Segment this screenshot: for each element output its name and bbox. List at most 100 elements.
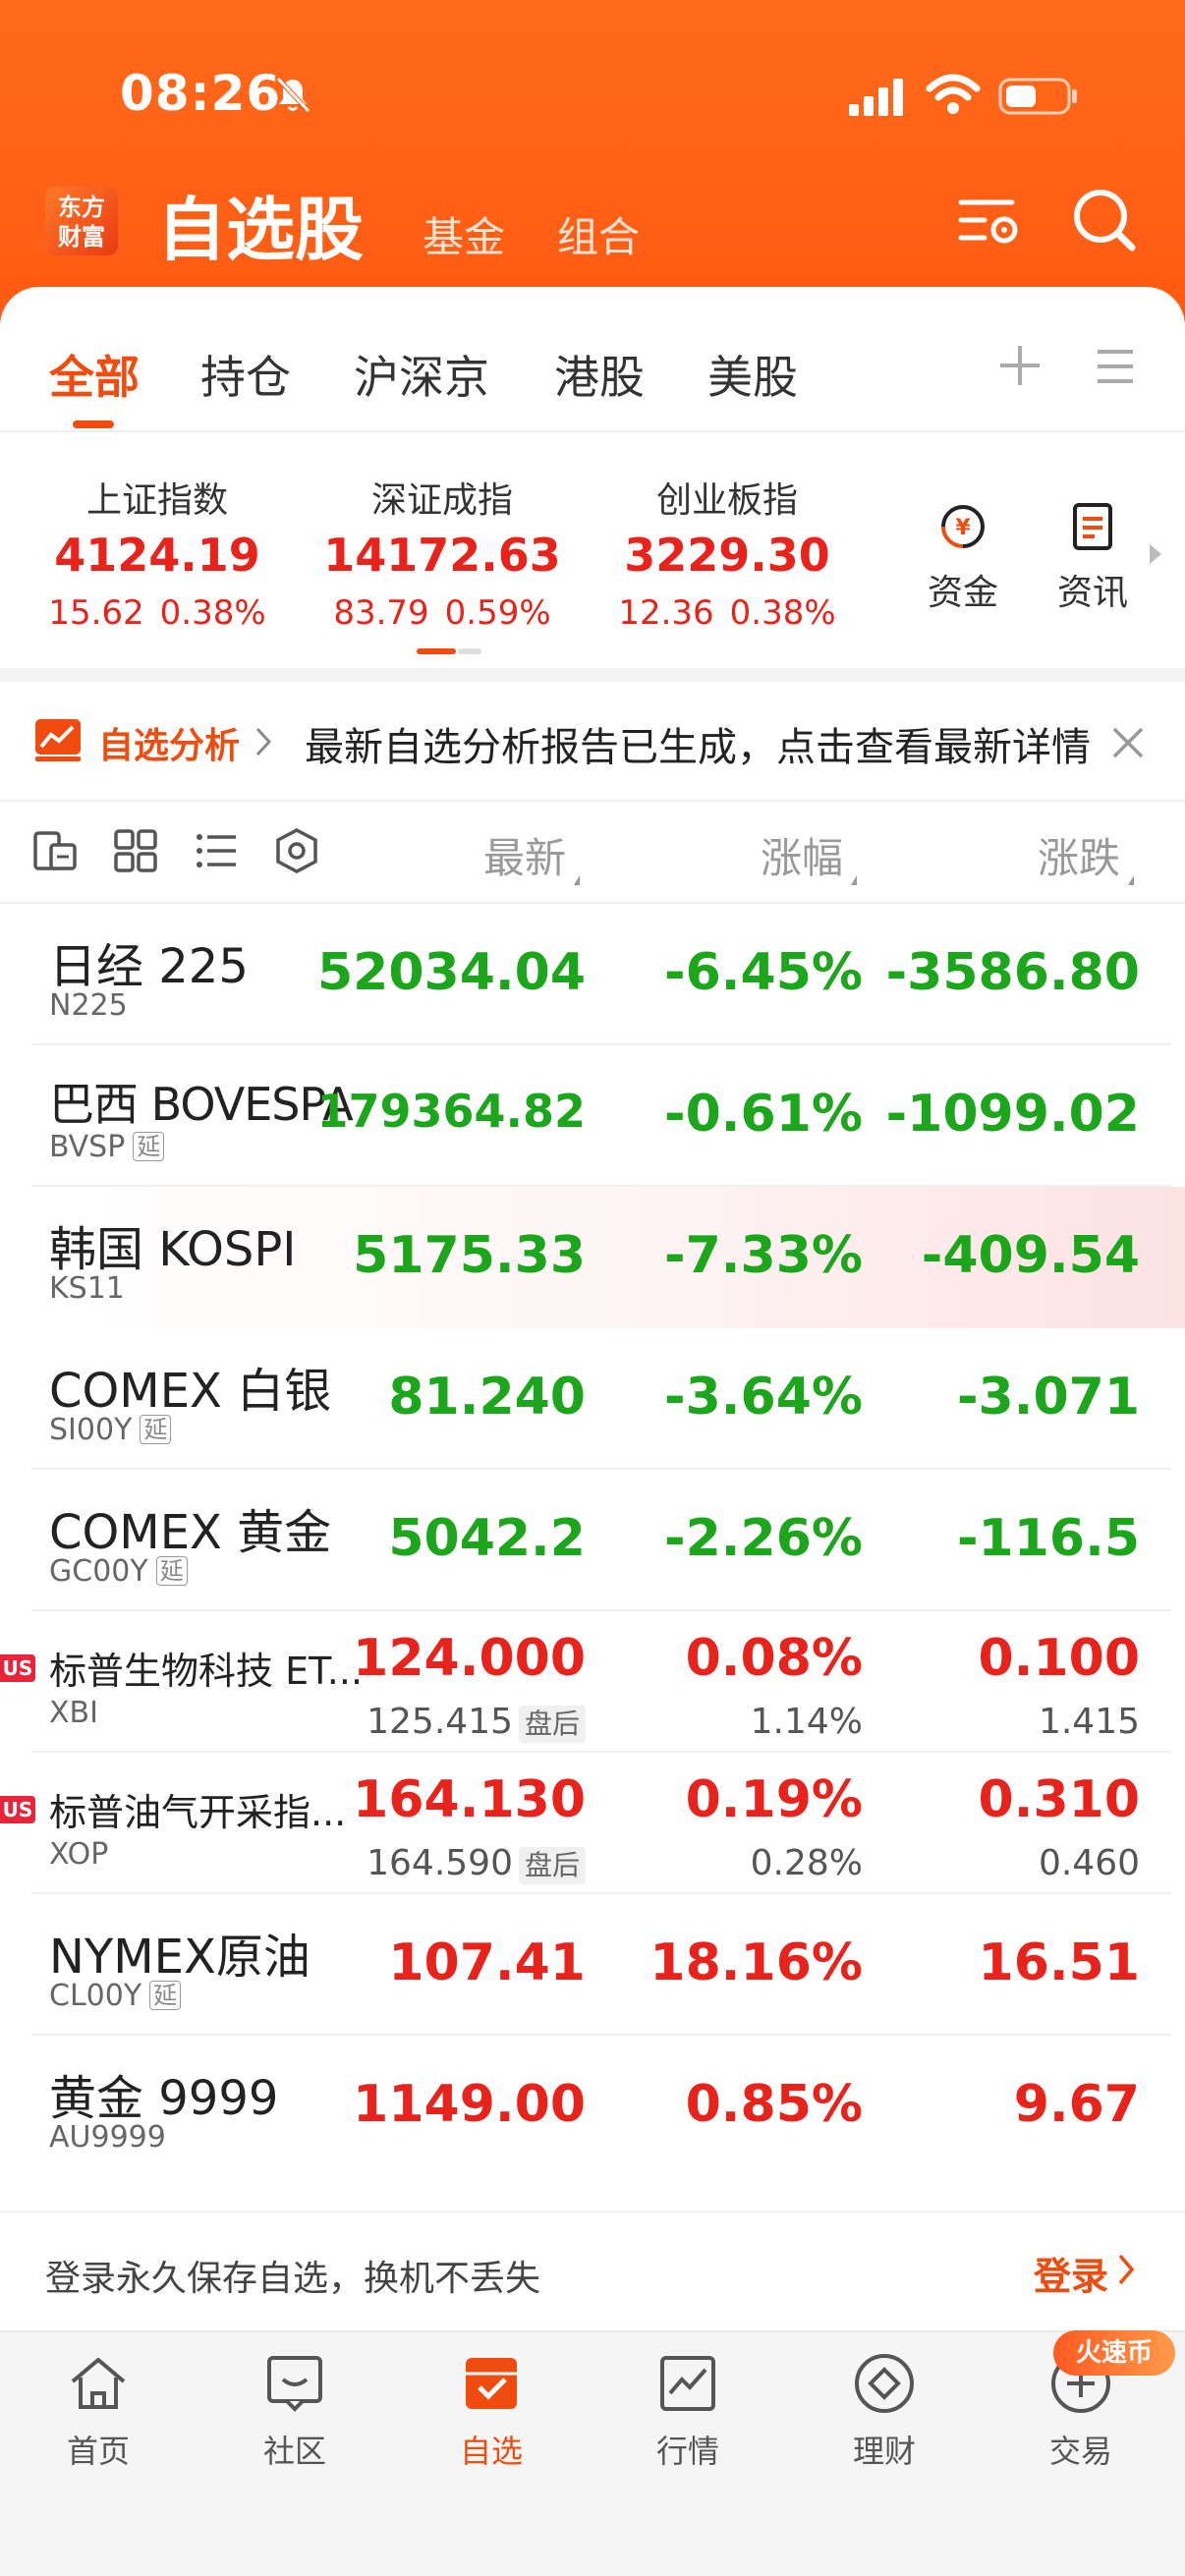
delayed-badge: 延 [155,1556,188,1586]
index-change-pct: 0.38% [729,593,836,633]
security-code: XOP [49,1837,109,1872]
column-label: 涨跌 [1038,834,1121,882]
nav-home[interactable]: 首页 [0,2348,197,2472]
table-row[interactable]: 日经 225 N225 52034.04 -6.45% -3586.80 [0,904,1185,1045]
header-tab-portfolio[interactable]: 组合 [557,204,640,264]
table-row[interactable]: COMEX 白银 SI00Y 延 81.240 -3.64% -3.071 [0,1328,1185,1470]
security-code: CL00Y [49,1979,142,2013]
table-row[interactable]: COMEX 黄金 GC00Y 延 5042.2 -2.26% -116.5 [0,1470,1185,1611]
page-title[interactable]: 自选股 [157,175,364,274]
after-hours-diff: 1.415 [1038,1702,1140,1742]
change-pct: 0.08% [685,1629,863,1688]
nav-community[interactable]: 社区 [197,2348,393,2472]
nav-market[interactable]: 行情 [590,2348,786,2472]
security-name: 巴西 BOVESPA [49,1078,354,1131]
tab-all[interactable]: 全部 [49,342,140,407]
delayed-badge: 延 [133,1132,165,1161]
change-abs: 0.310 [978,1770,1140,1829]
delayed-badge: 延 [140,1415,172,1444]
index-change-pct: 0.59% [444,593,551,633]
latest-price: 81.240 [388,1368,586,1427]
column-header-change-pct[interactable]: 涨幅 [761,825,858,885]
nav-label: 理财 [852,2433,916,2470]
security-code-wrap: BVSP 延 [49,1130,165,1164]
column-header-latest[interactable]: 最新 [483,825,581,885]
nav-label: 交易 [1048,2433,1112,2470]
promo-badge[interactable]: 火速币 [1053,2330,1175,2376]
login-button[interactable]: 登录 [1034,2246,1108,2300]
wifi-icon [926,74,981,114]
carousel-indicator [417,648,481,654]
index-change-abs: 12.36 [618,593,714,633]
menu-icon[interactable] [1095,346,1136,387]
chevron-right-icon[interactable] [1146,542,1165,566]
after-hours-price: 164.590 [367,1843,513,1883]
change-pct: -3.64% [664,1368,863,1427]
add-group-icon[interactable] [994,340,1045,391]
security-name: COMEX 黄金 [49,1505,332,1560]
after-hours-diff: 0.460 [1038,1843,1140,1883]
watchlist-icon [466,2358,517,2409]
change-abs: -116.5 [956,1509,1140,1568]
trend-chart-icon [35,719,81,761]
column-label: 最新 [483,834,567,882]
security-code: SI00Y [49,1413,133,1447]
quick-link-label: 资金 [927,573,998,613]
list-settings-icon[interactable] [955,185,1026,255]
edit-list-icon[interactable] [31,827,79,874]
security-code-wrap: SI00Y 延 [49,1413,172,1447]
banner-text[interactable]: 最新自选分析报告已生成，点击查看最新详情 [305,715,1091,772]
table-row[interactable]: 黄金 9999 AU9999 1149.00 0.85% 9.67 [0,2036,1185,2177]
latest-price: 164.130 [353,1770,586,1829]
change-abs: 16.51 [978,1933,1140,1992]
table-row[interactable]: 巴西 BOVESPA BVSP 延 179364.82 -0.61% -1099.… [0,1045,1185,1187]
after-hours-price: 125.415 [367,1702,513,1742]
column-header-change[interactable]: 涨跌 [1038,825,1135,885]
home-icon [71,2358,126,2409]
delayed-badge: 延 [149,1981,182,2010]
close-icon[interactable] [1108,723,1148,762]
clock: 08:26 [120,65,282,122]
grid-view-icon[interactable] [112,827,159,874]
tab-hk-stocks[interactable]: 港股 [554,342,645,407]
table-row-highlighted[interactable]: 韩国 KOSPI KS11 5175.33 -7.33% -409.54 [0,1187,1185,1328]
table-row[interactable]: US 标普生物科技 ET... XBI 124.000 0.08% 0.100 … [0,1611,1185,1753]
quick-link-funds[interactable]: ¥ 资金 [914,497,1012,615]
index-shanghai[interactable]: 上证指数 4124.19 15.62 0.38% [10,472,305,633]
change-abs: 0.100 [978,1629,1140,1688]
change-abs: -3586.80 [885,943,1140,1002]
app-logo[interactable]: 东方 财富 [45,187,118,255]
search-icon[interactable] [1069,185,1140,255]
community-icon [267,2356,322,2412]
nav-watchlist[interactable]: 自选 [393,2348,590,2472]
nav-label: 社区 [262,2433,326,2470]
security-name: NYMEX原油 [49,1930,310,1985]
security-name: 日经 225 [49,939,249,994]
header-tab-fund[interactable]: 基金 [423,204,505,264]
index-shenzhen[interactable]: 深证成指 14172.63 83.79 0.59% [295,472,590,633]
tab-a-shares[interactable]: 沪深京 [354,342,489,407]
quick-link-news[interactable]: 资讯 [1044,497,1142,615]
nav-label: 首页 [66,2433,130,2470]
index-chinext[interactable]: 创业板指 3229.30 12.36 0.38% [580,472,875,633]
list-view-icon[interactable] [193,827,240,874]
sort-icon [845,875,858,885]
tab-us-stocks[interactable]: 美股 [707,342,798,407]
settings-hexagon-icon[interactable] [273,827,320,874]
chevron-right-icon[interactable] [1116,2252,1136,2287]
market-chart-icon [660,2356,715,2411]
cellular-signal-icon [849,79,903,116]
app-header: 08:26 东方 财富 自选股 基金 组合 [0,0,1185,324]
table-row[interactable]: NYMEX原油 CL00Y 延 107.41 18.16% 16.51 [0,1894,1185,2036]
table-row[interactable]: US 标普油气开采指... XOP 164.130 0.19% 0.310 16… [0,1753,1185,1894]
index-change-abs: 83.79 [333,593,429,633]
nav-wealth[interactable]: 理财 [786,2348,983,2472]
latest-price: 124.000 [353,1629,586,1688]
change-pct: 18.16% [649,1933,863,1992]
index-change-pct: 0.38% [159,593,266,633]
after-hours-tag: 盘后 [518,1706,586,1743]
tab-holdings[interactable]: 持仓 [200,342,291,407]
security-name: 黄金 9999 [49,2071,279,2126]
index-change-abs: 15.62 [48,593,144,633]
change-abs: -1099.02 [885,1085,1140,1144]
